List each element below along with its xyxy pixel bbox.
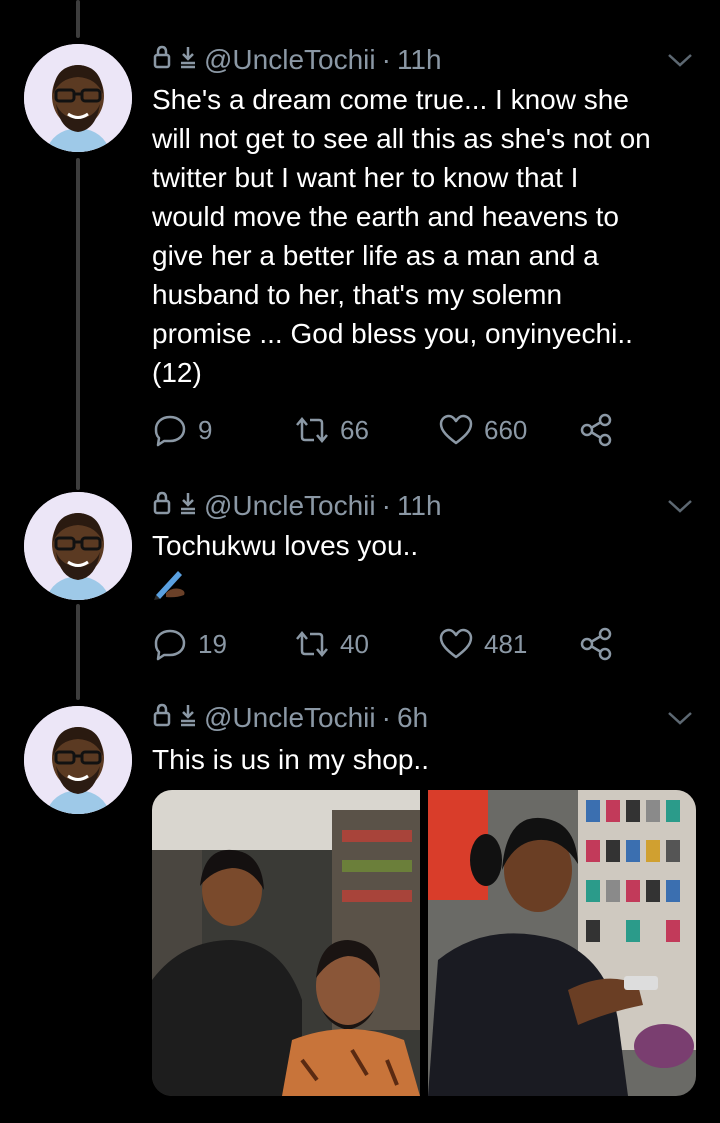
avatar[interactable] — [24, 44, 132, 152]
separator: · — [381, 44, 391, 75]
handle[interactable]: @UncleTochii — [204, 702, 376, 734]
like-button[interactable]: 481 — [438, 622, 527, 666]
separator: · — [381, 490, 391, 521]
timestamp[interactable]: 6h — [397, 702, 428, 734]
lock-icon — [152, 702, 172, 734]
bitmoji-avatar-icon — [24, 492, 132, 600]
like-count: 660 — [484, 414, 528, 445]
timestamp[interactable]: 11h — [397, 44, 442, 76]
retweet-button[interactable]: 40 — [294, 622, 369, 666]
download-icon — [178, 702, 198, 734]
timestamp[interactable]: 11h — [397, 490, 442, 522]
writing-hand-emoji — [152, 565, 692, 604]
reply-button[interactable]: 9 — [152, 408, 212, 452]
tweet-text-line: (12) — [152, 357, 202, 388]
handle[interactable]: @UncleTochii — [204, 44, 376, 76]
retweet-icon — [296, 631, 328, 657]
chevron-down-icon[interactable] — [664, 706, 696, 730]
heart-icon — [439, 414, 473, 445]
retweet-icon — [296, 417, 328, 443]
reply-icon — [154, 629, 186, 661]
tweet-text-line: This is us in my shop.. — [152, 744, 429, 775]
download-icon — [178, 44, 198, 76]
lock-icon — [152, 44, 172, 76]
tweet-text: This is us in my shop.. — [152, 740, 692, 779]
bitmoji-avatar-icon — [24, 706, 132, 814]
like-button[interactable]: 660 — [438, 408, 527, 452]
retweet-button[interactable]: 66 — [294, 408, 369, 452]
tweet-text-line: would move the earth and heavens to — [152, 201, 619, 232]
share-icon — [580, 627, 612, 661]
lock-icon — [152, 490, 172, 522]
tweet-2[interactable]: @UncleTochii · 11h Tochukwu loves you.. … — [0, 470, 720, 700]
photo-woman-with-phone[interactable] — [428, 790, 696, 1096]
tweet-text-line: She's a dream come true... I know she — [152, 84, 629, 115]
share-button[interactable] — [578, 408, 624, 452]
tweet-text-line: twitter but I want her to know that I — [152, 162, 579, 193]
like-count: 481 — [484, 628, 528, 659]
tweet-text-line: give her a better life as a man and a — [152, 240, 599, 271]
tweet-text-line: Tochukwu loves you.. — [152, 530, 419, 561]
tweet-1[interactable]: @UncleTochii · 11h She's a dream come tr… — [0, 0, 720, 470]
reply-button[interactable]: 19 — [152, 622, 227, 666]
avatar[interactable] — [24, 492, 132, 600]
tweet-media — [152, 790, 696, 1096]
reply-count: 9 — [198, 414, 213, 445]
tweet-header: @UncleTochii · 11h — [152, 44, 442, 76]
handle[interactable]: @UncleTochii — [204, 490, 376, 522]
avatar[interactable] — [24, 706, 132, 814]
tweet-header: @UncleTochii · 6h — [152, 702, 428, 734]
photo-couple-in-shop[interactable] — [152, 790, 420, 1096]
tweet-text: She's a dream come true... I know she wi… — [152, 80, 692, 392]
tweet-actions: 19 40 481 — [152, 622, 632, 666]
chevron-down-icon[interactable] — [664, 48, 696, 72]
reply-icon — [154, 415, 186, 447]
heart-icon — [439, 628, 473, 659]
tweet-text-line: promise ... God bless you, onyinyechi.. — [152, 318, 633, 349]
retweet-count: 40 — [340, 628, 369, 659]
share-button[interactable] — [578, 622, 624, 666]
tweet-text-line: husband to her, that's my solemn — [152, 279, 563, 310]
tweet-actions: 9 66 660 — [152, 408, 632, 452]
reply-count: 19 — [198, 628, 227, 659]
tweet-text-line: will not get to see all this as she's no… — [152, 123, 651, 154]
retweet-count: 66 — [340, 414, 369, 445]
share-icon — [580, 413, 612, 447]
chevron-down-icon[interactable] — [664, 494, 696, 518]
download-icon — [178, 490, 198, 522]
tweet-header: @UncleTochii · 11h — [152, 490, 442, 522]
bitmoji-avatar-icon — [24, 44, 132, 152]
separator: · — [381, 702, 391, 733]
tweet-text: Tochukwu loves you.. — [152, 526, 692, 604]
